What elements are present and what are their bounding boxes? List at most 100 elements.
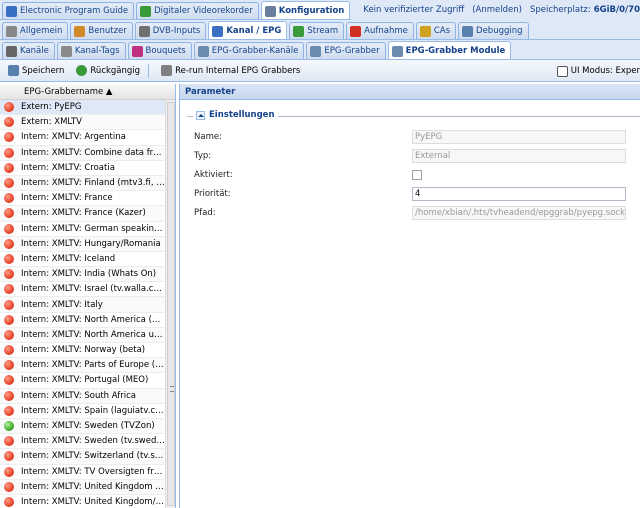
scroll-grip-icon	[170, 386, 174, 392]
subtab-epg-grabber[interactable]: EPG-Grabber	[306, 42, 386, 59]
collapse-icon[interactable]	[196, 110, 205, 120]
grid-rows: Extern: PyEPG Extern: XMLTV Intern: XMLTV:…	[0, 100, 166, 508]
tab-electronic-program-guide[interactable]: Electronic Program Guide	[2, 2, 135, 19]
grabber-name: Intern: XMLTV: France	[21, 193, 113, 204]
config-tab-kanal-epg[interactable]: Kanal / EPG	[208, 21, 288, 39]
undo-icon	[76, 65, 88, 76]
undo-button[interactable]: Rückgängig	[72, 62, 144, 80]
login-link[interactable]: (Anmelden)	[472, 5, 522, 15]
config-tab-debugging[interactable]: Debugging	[458, 22, 529, 39]
table-row[interactable]: Intern: XMLTV: Norway (beta)	[0, 343, 166, 359]
table-row[interactable]: Extern: XMLTV	[0, 115, 166, 131]
subtab-label: Kanal-Tags	[74, 46, 120, 56]
name-row: Name: PyEPG	[194, 129, 626, 144]
channel-epg-subtabbar: Kanäle Kanal-Tags Bouquets EPG-Grabber-Kanä…	[0, 40, 640, 60]
grabber-name: Intern: XMLTV: Iceland	[21, 253, 116, 264]
config-tab-label: Kanal / EPG	[226, 26, 282, 36]
settings-fieldset: Einstellungen Name: PyEPG Typ: External …	[187, 110, 640, 226]
config-tab-label: Aufnahme	[364, 26, 408, 36]
config-tab-stream[interactable]: Stream	[289, 22, 345, 39]
access-status: Kein verifizierter Zugriff	[363, 5, 465, 15]
config-tab-cas[interactable]: CAs	[415, 22, 457, 39]
status-inactive-icon	[4, 405, 14, 416]
table-row[interactable]: Intern: XMLTV: United Kingdom/Repu...	[0, 495, 166, 508]
debug-icon	[462, 25, 474, 37]
table-row[interactable]: Intern: XMLTV: German speaking are...	[0, 222, 166, 237]
key-icon	[419, 25, 431, 37]
name-field[interactable]: PyEPG	[412, 129, 626, 144]
table-row[interactable]: Extern: PyEPG	[0, 100, 166, 116]
subtab-epg-grabber-module[interactable]: EPG-Grabber Module	[387, 41, 512, 59]
ui-mode-selector[interactable]: UI Modus: Exper	[556, 60, 640, 82]
table-row[interactable]: Intern: XMLTV: Portugal (MEO)	[0, 373, 166, 389]
grid-scrollbar[interactable]	[165, 100, 175, 508]
path-field[interactable]: /home/xbian/.hts/tvheadend/epggrab/pyepg…	[412, 205, 626, 220]
config-tab-benutzer[interactable]: Benutzer	[70, 22, 133, 39]
grabber-name: Intern: XMLTV: Switzerland (tv.searc...	[21, 451, 166, 462]
table-row[interactable]: Intern: XMLTV: North America using ...	[0, 327, 166, 343]
table-row[interactable]: Intern: XMLTV: Hungary/Romania	[0, 236, 166, 252]
subtab-kanal-tags[interactable]: Kanal-Tags	[56, 42, 126, 59]
status-inactive-icon	[4, 193, 14, 204]
status-inactive-icon	[4, 178, 14, 189]
grabber-name: Intern: XMLTV: Argentina	[21, 132, 126, 143]
table-row[interactable]: Intern: XMLTV: Iceland	[0, 252, 166, 268]
table-row[interactable]: Intern: XMLTV: Parts of Europe (com...	[0, 358, 166, 374]
grabber-name: Intern: XMLTV: Israel (tv.walla.co.il)	[21, 284, 166, 295]
tab-konfiguration[interactable]: Konfiguration	[260, 1, 351, 19]
status-inactive-icon	[4, 223, 14, 234]
table-row[interactable]: Intern: XMLTV: India (Whats On)	[0, 267, 166, 283]
rerun-grabbers-button[interactable]: Re-run Internal EPG Grabbers	[157, 62, 304, 80]
config-tab-dvb-inputs[interactable]: DVB-Inputs	[134, 22, 207, 39]
table-row[interactable]: Intern: XMLTV: Sweden (TVZon)	[0, 418, 166, 435]
table-row[interactable]: Intern: XMLTV: Finland (mtv3.fi, telkku.…	[0, 175, 166, 192]
subtab-epg-grabber-kanäle[interactable]: EPG-Grabber-Kanäle	[193, 42, 305, 59]
grabber-name: Intern: XMLTV: Norway (beta)	[21, 345, 146, 356]
table-row[interactable]: Intern: XMLTV: South Africa	[0, 388, 166, 404]
grid-scroll-thumb[interactable]	[167, 102, 175, 506]
table-row[interactable]: Intern: XMLTV: North America (Data ...	[0, 313, 166, 328]
priority-row: Priorität: 4	[194, 186, 626, 201]
subtab-bouquets[interactable]: Bouquets	[127, 42, 192, 59]
grabber-name: Intern: XMLTV: Portugal (MEO)	[21, 375, 149, 386]
parameter-panel: Parameter Einstellungen Name: PyEPG Typ:…	[179, 84, 640, 508]
tv-icon	[6, 45, 17, 57]
storage-label: Speicherplatz:	[529, 5, 591, 15]
table-row[interactable]: Intern: XMLTV: France (Kazer)	[0, 206, 166, 222]
grid-header-name[interactable]: EPG-Grabbername ▲	[0, 84, 175, 100]
enabled-label: Aktiviert:	[194, 169, 233, 180]
stream-icon	[293, 25, 305, 37]
table-row[interactable]: Intern: XMLTV: Spain (laguiatv.com)	[0, 404, 166, 419]
table-row[interactable]: Intern: XMLTV: Sweden (tv.swedb.se)	[0, 434, 166, 450]
tools-icon	[6, 25, 17, 37]
users-icon	[74, 25, 86, 37]
table-row[interactable]: Intern: XMLTV: Switzerland (tv.searc...	[0, 449, 166, 465]
enabled-checkbox[interactable]	[412, 169, 422, 180]
status-inactive-icon	[4, 117, 14, 128]
config-tab-aufnahme[interactable]: Aufnahme	[346, 22, 414, 39]
table-row[interactable]: Intern: XMLTV: Israel (tv.walla.co.il)	[0, 282, 166, 298]
tab-digitaler-videorekorder[interactable]: Digitaler Videorekorder	[136, 2, 259, 19]
table-row[interactable]: Intern: XMLTV: Argentina	[0, 130, 166, 146]
table-row[interactable]: Intern: XMLTV: United Kingdom (bleb...	[0, 479, 166, 495]
table-row[interactable]: Intern: XMLTV: TV Oversigten fra Da...	[0, 465, 166, 480]
toolbar: Speichern Rückgängig Re-run Internal EPG…	[0, 60, 640, 82]
config-tab-label: DVB-Inputs	[152, 26, 201, 36]
save-icon	[8, 65, 19, 76]
table-row[interactable]: Intern: XMLTV: Italy	[0, 297, 166, 313]
grabber-name: Intern: XMLTV: German speaking are...	[21, 223, 166, 234]
type-field[interactable]: External	[412, 148, 626, 163]
table-row[interactable]: Intern: XMLTV: Combine data from se...	[0, 145, 166, 161]
table-row[interactable]: Intern: XMLTV: Croatia	[0, 161, 166, 176]
name-label: Name:	[194, 131, 222, 142]
priority-field[interactable]: 4	[412, 186, 626, 201]
table-row[interactable]: Intern: XMLTV: France	[0, 191, 166, 207]
epg-grabber-icon	[310, 45, 322, 57]
save-button[interactable]: Speichern	[4, 62, 68, 80]
rerun-icon	[161, 65, 173, 76]
save-label: Speichern	[22, 65, 65, 76]
status-inactive-icon	[4, 314, 14, 325]
config-tab-allgemein[interactable]: Allgemein	[2, 22, 69, 39]
subtab-kanäle[interactable]: Kanäle	[2, 42, 55, 59]
tag-icon	[60, 45, 72, 57]
